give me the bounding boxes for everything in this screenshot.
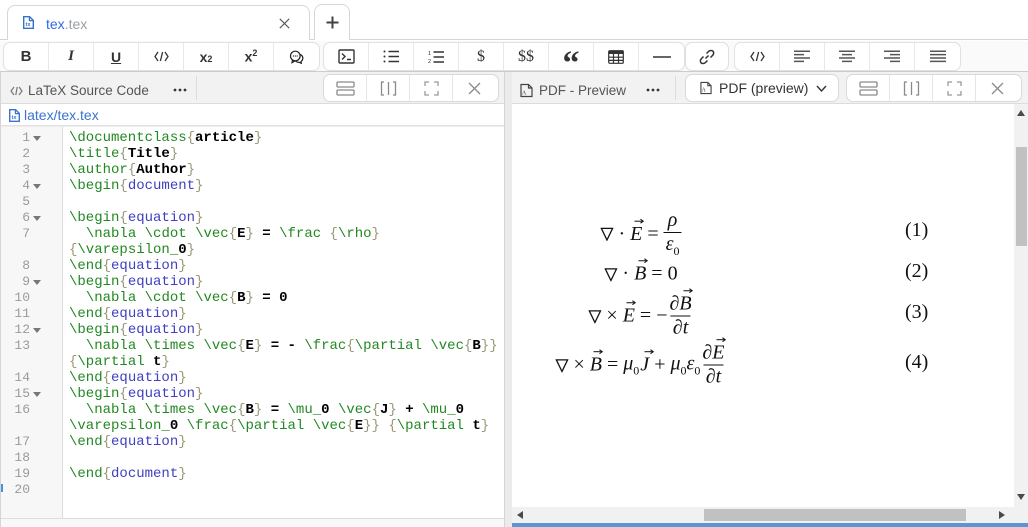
svg-text:A: A <box>702 88 707 94</box>
svg-text:tx: tx <box>12 115 18 121</box>
svg-text:A: A <box>522 90 527 97</box>
svg-text:1: 1 <box>428 51 431 57</box>
svg-text:2: 2 <box>428 59 431 64</box>
svg-text:tx: tx <box>26 22 32 28</box>
